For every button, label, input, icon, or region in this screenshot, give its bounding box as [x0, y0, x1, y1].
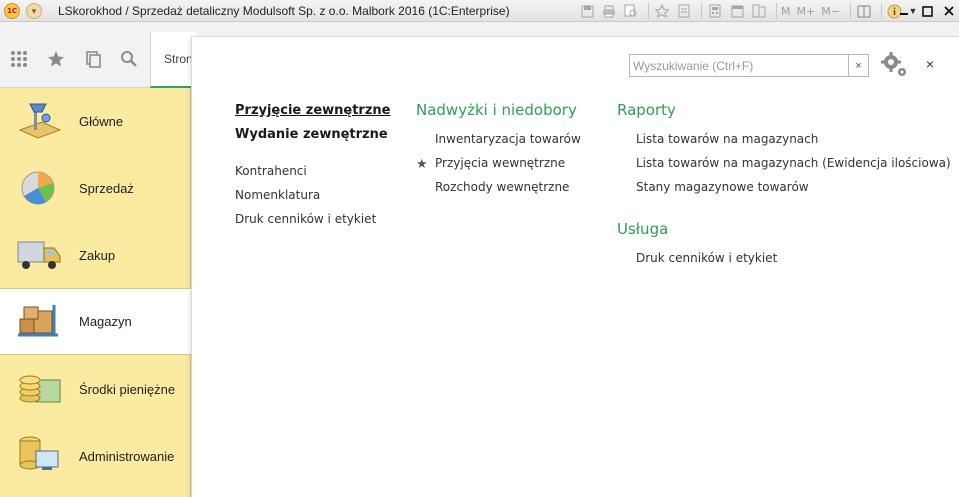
search-field: ×	[629, 54, 869, 77]
column-nadwyzki: Nadwyżki i niedobory Inwentaryzacja towa…	[416, 101, 581, 194]
sidebar-item-label: Zakup	[79, 248, 116, 263]
link-nomenklatura[interactable]: Nomenklatura	[235, 188, 391, 202]
close-panel-button[interactable]: ×	[922, 56, 938, 72]
memory-mminus-button[interactable]: M−	[821, 5, 840, 18]
link-druk-cennikow[interactable]: Druk cenników i etykiet	[235, 212, 391, 226]
memory-mplus-button[interactable]: M+	[797, 5, 816, 18]
close-window-button[interactable]	[939, 2, 959, 20]
compare-icon[interactable]	[750, 3, 768, 19]
group-title-nadwyzki: Nadwyżki i niedobory	[416, 101, 577, 119]
save-icon[interactable]	[578, 3, 596, 19]
title-toolbar: M M+ M− ▼	[578, 2, 922, 20]
settings-gear-icon[interactable]	[880, 52, 908, 78]
sidebar-item-magazyn[interactable]: Magazyn	[0, 288, 192, 355]
group-title-usluga: Usługa	[617, 220, 669, 238]
layout-icon[interactable]	[855, 3, 873, 19]
group-title-raporty: Raporty	[617, 101, 676, 119]
coins-icon	[19, 375, 61, 403]
sections-sidebar: Główne Sprzedaż Zakup Magazyn Środki pie…	[0, 88, 192, 497]
sidebar-item-glowne[interactable]: Główne	[0, 88, 191, 155]
link-kontrahenci[interactable]: Kontrahenci	[235, 164, 391, 178]
sidebar-item-srodki-pieniezne[interactable]: Środki pieniężne	[0, 356, 191, 423]
search-input[interactable]	[630, 55, 848, 76]
toolbar-divider	[648, 3, 649, 19]
link-przyjecie-zewnetrzne[interactable]: Przyjęcie zewnętrzne	[235, 103, 391, 118]
sidebar-item-administrowanie[interactable]: Administrowanie	[0, 423, 191, 490]
link-rozchody-wewnetrzne[interactable]: Rozchody wewnętrzne	[435, 180, 596, 194]
window-title: LSkorokhod / Sprzedaż detaliczny Modulso…	[58, 4, 510, 18]
app-logo-icon[interactable]: 1C	[4, 3, 20, 19]
section-panel: × × Przyjęcie zewnętrzne Wydanie zewnętr…	[191, 36, 959, 497]
pie-chart-icon	[21, 171, 55, 205]
sidebar-item-sprzedaz[interactable]: Sprzedaż	[0, 155, 191, 222]
link-wydanie-zewnetrzne[interactable]: Wydanie zewnętrzne	[235, 127, 391, 142]
calendar-icon[interactable]	[728, 3, 746, 19]
link-lista-towarow[interactable]: Lista towarów na magazynach	[636, 132, 951, 146]
toolbar-divider	[776, 3, 777, 19]
print-icon[interactable]	[600, 3, 618, 19]
toolbar-divider	[701, 3, 702, 19]
link-druk-cennikow-usluga[interactable]: Druk cenników i etykiet	[636, 251, 951, 265]
toolbar-divider	[849, 3, 851, 19]
sidebar-item-label: Magazyn	[79, 314, 132, 329]
page-icon[interactable]	[675, 3, 693, 19]
desk-lamp-icon	[18, 103, 62, 139]
tab-start-page[interactable]: Strona początkowa	[150, 32, 266, 88]
column-raporty: Raporty Lista towarów na magazynach List…	[617, 101, 951, 265]
column-main-actions: Przyjęcie zewnętrzne Wydanie zewnętrzne …	[235, 103, 391, 226]
search-clear-button[interactable]: ×	[848, 55, 868, 76]
maximize-button[interactable]	[917, 2, 937, 20]
print-preview-icon[interactable]	[622, 3, 640, 19]
toolbar-divider	[880, 3, 882, 19]
apps-grid-icon[interactable]	[10, 50, 28, 68]
truck-icon	[17, 241, 61, 269]
search-icon[interactable]	[120, 50, 138, 68]
link-stany-magazynowe[interactable]: Stany magazynowe towarów	[636, 180, 951, 194]
sidebar-item-label: Środki pieniężne	[79, 382, 176, 397]
minimize-button[interactable]	[894, 2, 914, 20]
sidebar-item-label: Główne	[79, 114, 124, 129]
sidebar-item-zakup[interactable]: Zakup	[0, 222, 191, 289]
favorites-icon[interactable]	[653, 3, 671, 19]
link-przyjecia-wewnetrzne[interactable]: Przyjęcia wewnętrzne	[435, 156, 596, 170]
favorite-star-icon[interactable]: ★	[416, 156, 428, 172]
memory-m-button[interactable]: M	[781, 5, 791, 18]
boxes-cart-icon	[18, 305, 58, 337]
sidebar-item-label: Administrowanie	[79, 449, 175, 464]
link-inwentaryzacja[interactable]: Inwentaryzacja towarów	[435, 132, 596, 146]
main-menu-icon[interactable]: ▾	[26, 3, 42, 19]
star-icon[interactable]	[47, 50, 65, 68]
history-icon[interactable]	[84, 50, 102, 68]
calculator-icon[interactable]	[706, 3, 724, 19]
link-lista-towarow-ewidencja[interactable]: Lista towarów na magazynach (Ewidencja i…	[636, 156, 951, 170]
database-monitor-icon	[19, 436, 59, 470]
title-bar: 1C ▾ LSkorokhod / Sprzedaż detaliczny Mo…	[0, 0, 959, 22]
sidebar-item-label: Sprzedaż	[79, 181, 134, 196]
